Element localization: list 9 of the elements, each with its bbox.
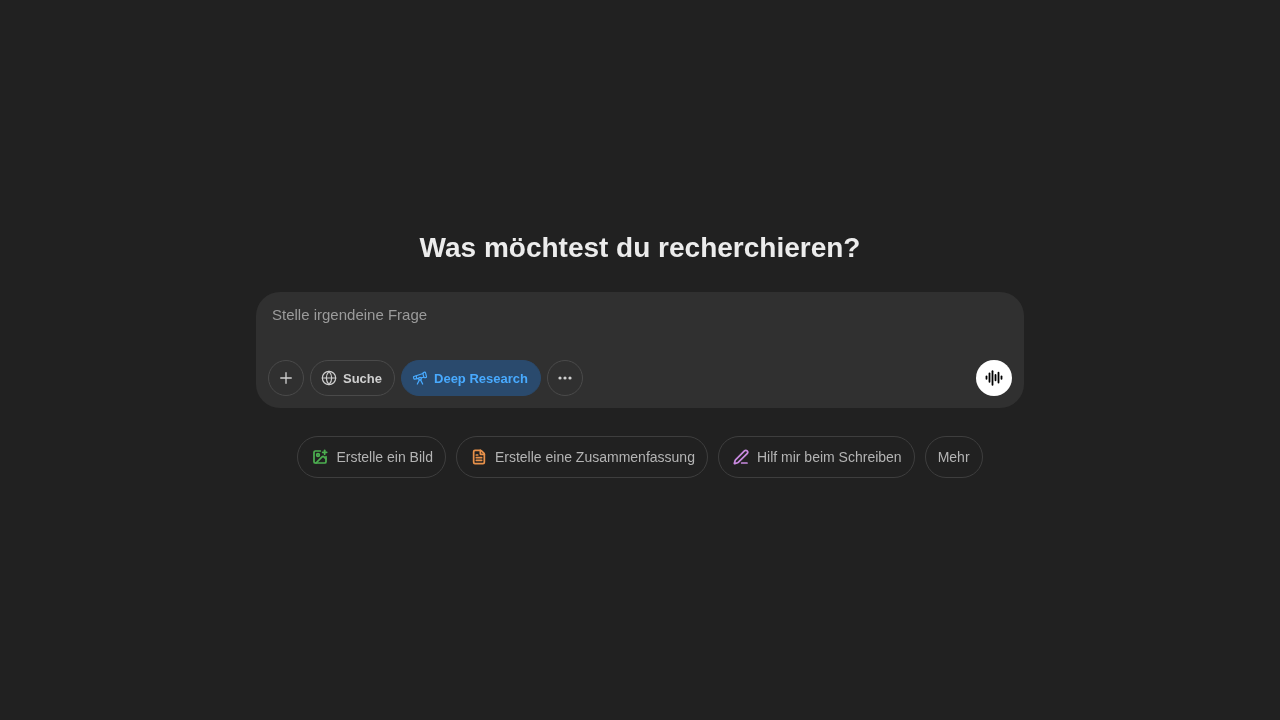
voice-button[interactable] xyxy=(976,360,1012,396)
research-button[interactable]: Deep Research xyxy=(401,360,541,396)
globe-icon xyxy=(321,370,337,386)
ellipsis-icon xyxy=(557,376,572,380)
audio-wave-icon xyxy=(985,369,1003,387)
page-heading: Was möchtest du recherchieren? xyxy=(419,232,861,264)
plus-icon xyxy=(277,369,295,387)
telescope-icon xyxy=(412,370,428,386)
prompt-input-field[interactable]: Stelle irgendeine Frage xyxy=(268,306,1012,323)
